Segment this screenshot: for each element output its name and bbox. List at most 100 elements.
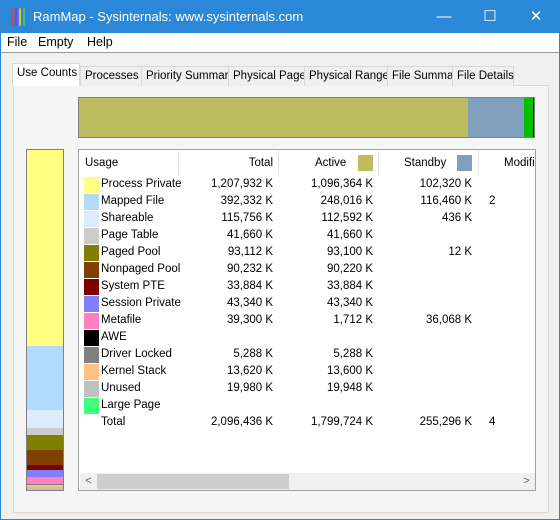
- total-cell: 19,980 K: [226, 382, 273, 394]
- maximize-button[interactable]: ☐: [467, 1, 513, 33]
- active-color-swatch: [358, 155, 373, 171]
- usage-color-swatch: [84, 245, 99, 261]
- active-cell: 1,799,724 K: [310, 416, 373, 428]
- usage-color-swatch: [84, 194, 99, 210]
- table-row[interactable]: AWE: [79, 329, 535, 346]
- table-row[interactable]: Kernel Stack 13,620 K 13,600 K: [79, 363, 535, 380]
- active-cell: 93,100 K: [326, 246, 373, 258]
- table-row[interactable]: Large Page: [79, 397, 535, 414]
- usage-segment: [27, 450, 63, 465]
- usage-color-swatch: [84, 330, 99, 346]
- title-bar: RamMap - Sysinternals: www.sysinternals.…: [1, 1, 559, 33]
- table-row[interactable]: Process Private 1,207,932 K 1,096,364 K 102…: [79, 176, 535, 193]
- table-row[interactable]: Nonpaged Pool 90,232 K 90,220 K: [79, 261, 535, 278]
- total-cell: 5,288 K: [233, 348, 273, 360]
- modified-cell: 4: [489, 416, 496, 428]
- minimize-button[interactable]: —: [421, 1, 467, 33]
- column-header-standby[interactable]: Standby: [379, 151, 479, 175]
- usage-cell: Session Private: [101, 297, 181, 309]
- usage-segment: [27, 470, 63, 478]
- active-cell: 41,660 K: [326, 229, 373, 241]
- active-cell: 43,340 K: [326, 297, 373, 309]
- total-cell: 392,332 K: [220, 195, 273, 207]
- usage-cell: Page Table: [101, 229, 159, 241]
- menu-bar: File Empty Help: [1, 33, 559, 53]
- total-cell: 39,300 K: [226, 314, 273, 326]
- state-segment-free: [523, 98, 533, 137]
- active-cell: 5,288 K: [333, 348, 373, 360]
- window-title: RamMap - Sysinternals: www.sysinternals.…: [33, 9, 304, 24]
- usage-color-swatch: [84, 211, 99, 227]
- usage-color-swatch: [84, 381, 99, 397]
- usage-color-swatch: [84, 364, 99, 380]
- column-header-modified[interactable]: Modifie: [479, 151, 535, 175]
- standby-cell: 12 K: [448, 246, 472, 258]
- total-cell: 2,096,436 K: [210, 416, 273, 428]
- active-cell: 112,592 K: [321, 212, 373, 224]
- standby-cell: 116,460 K: [420, 195, 472, 207]
- table-row[interactable]: Shareable 115,756 K 112,592 K 436 K: [79, 210, 535, 227]
- memory-state-bar: [78, 97, 535, 138]
- horizontal-scrollbar[interactable]: < >: [80, 473, 535, 490]
- table-row[interactable]: Total 2,096,436 K 1,799,724 K 255,296 K 4: [79, 414, 535, 431]
- usage-segment: [27, 150, 63, 346]
- tab-file-summary[interactable]: File Summary: [387, 66, 463, 86]
- total-cell: 115,756 K: [221, 212, 273, 224]
- state-segment-active: [79, 98, 469, 137]
- close-button[interactable]: ✕: [513, 1, 559, 33]
- table-row[interactable]: Metafile 39,300 K 1,712 K 36,068 K: [79, 312, 535, 329]
- menu-file[interactable]: File: [7, 35, 27, 49]
- standby-cell: 36,068 K: [425, 314, 472, 326]
- rammap-window: RamMap - Sysinternals: www.sysinternals.…: [0, 0, 560, 520]
- table-row[interactable]: Unused 19,980 K 19,948 K: [79, 380, 535, 397]
- usage-color-swatch: [84, 177, 99, 193]
- active-cell: 90,220 K: [326, 263, 373, 275]
- menu-help[interactable]: Help: [87, 35, 113, 49]
- usage-vertical-bar: [26, 149, 64, 491]
- total-cell: 13,620 K: [226, 365, 273, 377]
- table-row[interactable]: Page Table 41,660 K 41,660 K: [79, 227, 535, 244]
- tab-physical-pages[interactable]: Physical Pages: [228, 66, 312, 86]
- total-cell: 41,660 K: [226, 229, 273, 241]
- state-segment-end: [532, 98, 534, 137]
- tab-file-details[interactable]: File Details: [452, 66, 514, 86]
- usage-segment: [27, 486, 63, 490]
- usage-color-swatch: [84, 228, 99, 244]
- usage-color-swatch: [84, 262, 99, 278]
- menu-empty[interactable]: Empty: [38, 35, 73, 49]
- total-cell: 33,884 K: [226, 280, 273, 292]
- usage-cell: Shareable: [101, 212, 154, 224]
- tab-processes[interactable]: Processes: [80, 66, 142, 86]
- column-header-active[interactable]: Active: [279, 151, 379, 175]
- usage-color-swatch: [84, 313, 99, 329]
- usage-cell: Nonpaged Pool: [101, 263, 181, 275]
- usage-cell: Process Private: [101, 178, 182, 190]
- table-row[interactable]: Mapped File 392,332 K 248,016 K 116,460 K 2: [79, 193, 535, 210]
- standby-cell: 102,320 K: [419, 178, 472, 190]
- column-header-usage[interactable]: Usage: [79, 151, 179, 175]
- active-cell: 248,016 K: [320, 195, 373, 207]
- tab-priority-summary[interactable]: Priority Summary: [141, 66, 234, 86]
- usage-segment: [27, 428, 63, 436]
- tab-use-counts[interactable]: Use Counts: [12, 63, 80, 86]
- use-counts-table: Usage Total Active Standby Modifie Proce…: [78, 149, 536, 491]
- table-row[interactable]: System PTE 33,884 K 33,884 K: [79, 278, 535, 295]
- standby-color-swatch: [457, 155, 472, 171]
- active-cell: 1,096,364 K: [310, 178, 373, 190]
- table-row[interactable]: Paged Pool 93,112 K 93,100 K 12 K: [79, 244, 535, 261]
- table-row[interactable]: Driver Locked 5,288 K 5,288 K: [79, 346, 535, 363]
- usage-cell: Kernel Stack: [101, 365, 167, 377]
- usage-cell: Unused: [101, 382, 141, 394]
- column-header-total[interactable]: Total: [179, 151, 279, 175]
- usage-color-swatch: [84, 398, 99, 414]
- scroll-left-icon[interactable]: <: [80, 473, 97, 490]
- active-cell: 19,948 K: [326, 382, 373, 394]
- usage-cell: Mapped File: [101, 195, 165, 207]
- usage-cell: AWE: [101, 331, 127, 343]
- active-cell: 33,884 K: [326, 280, 373, 292]
- scroll-right-icon[interactable]: >: [518, 473, 535, 490]
- table-row[interactable]: Session Private 43,340 K 43,340 K: [79, 295, 535, 312]
- tab-physical-ranges[interactable]: Physical Ranges: [304, 66, 395, 86]
- usage-cell: System PTE: [101, 280, 165, 292]
- scrollbar-thumb[interactable]: [97, 474, 289, 489]
